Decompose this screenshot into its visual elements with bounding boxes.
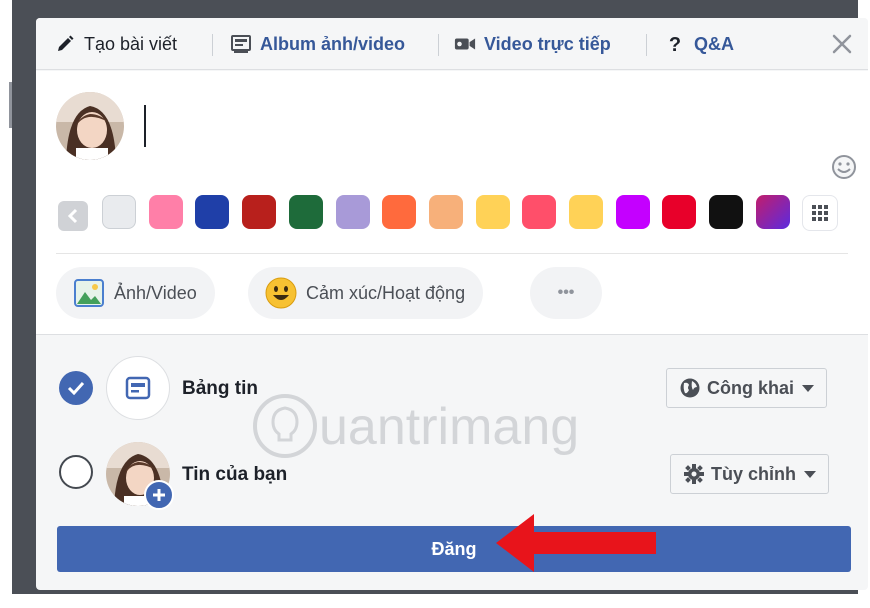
background-swatch[interactable] [102, 195, 136, 229]
bottom-edge [0, 594, 870, 608]
svg-text:?: ? [669, 34, 681, 55]
chevron-left-icon [67, 208, 78, 224]
feeling-activity-button[interactable]: Cảm xúc/Hoạt động [248, 267, 484, 319]
grid-icon [812, 205, 828, 221]
close-button[interactable] [828, 30, 856, 58]
feeling-activity-label: Cảm xúc/Hoạt động [306, 282, 466, 303]
background-swatch[interactable] [382, 195, 417, 229]
chevron-down-icon [804, 470, 816, 478]
tab-separator [646, 34, 647, 56]
news-feed-checkbox[interactable] [59, 371, 93, 405]
post-button-label: Đăng [431, 538, 477, 559]
photo-album-icon [230, 33, 252, 55]
photo-video-button[interactable]: Ảnh/Video [56, 267, 215, 319]
your-story-label: Tin của bạn [182, 464, 288, 485]
news-feed-icon-wrap [106, 356, 170, 420]
tab-qa-label: Q&A [694, 33, 734, 54]
tab-create-post[interactable]: Tạo bài viết [54, 18, 177, 70]
post-button[interactable]: Đăng [57, 526, 851, 572]
tab-separator [438, 34, 439, 56]
tab-live-video-label: Video trực tiếp [484, 33, 611, 54]
plus-icon [153, 489, 165, 501]
tab-live-video[interactable]: Video trực tiếp [454, 18, 611, 70]
composer-area: Ảnh/Video Cảm xúc/Hoạt động ••• [36, 71, 868, 335]
background-swatch[interactable] [242, 195, 277, 229]
background-swatch[interactable] [615, 195, 650, 229]
tab-separator [212, 34, 213, 56]
background-swatch[interactable] [288, 195, 323, 229]
backgrounds-back-button[interactable] [58, 201, 88, 231]
emoji-button[interactable] [830, 153, 858, 181]
checkmark-icon [67, 381, 85, 395]
privacy-public-label: Công khai [707, 377, 795, 398]
background-swatch[interactable] [335, 195, 370, 229]
more-options-button[interactable]: ••• [530, 267, 602, 319]
globe-icon [679, 377, 701, 399]
more-icon: ••• [557, 284, 575, 301]
background-swatch[interactable] [569, 195, 603, 229]
background-swatch[interactable] [709, 195, 744, 229]
add-story-badge[interactable] [144, 480, 174, 510]
create-post-dialog: Tạo bài viết Album ảnh/video Video trực … [36, 18, 868, 590]
left-edge-stripe [9, 82, 12, 128]
background-swatch[interactable] [428, 195, 463, 229]
composer-tabs: Tạo bài viết Album ảnh/video Video trực … [36, 18, 868, 70]
smiley-icon [832, 155, 856, 179]
background-swatch[interactable] [475, 195, 510, 229]
privacy-custom-select[interactable]: Tùy chỉnh [670, 454, 829, 494]
composer-text-input[interactable] [144, 105, 146, 147]
tab-create-post-label: Tạo bài viết [84, 33, 178, 54]
avatar [56, 92, 124, 160]
news-feed-icon [125, 376, 151, 400]
background-swatch[interactable] [755, 195, 790, 229]
more-backgrounds-button[interactable] [802, 195, 838, 231]
close-icon [832, 34, 852, 54]
destination-your-story: Tin của bạn Tùy chỉnh [36, 438, 868, 510]
composer-divider [56, 253, 848, 254]
privacy-public-select[interactable]: Công khai [666, 368, 828, 408]
your-story-checkbox[interactable] [59, 455, 93, 489]
photo-icon [72, 276, 106, 310]
privacy-custom-label: Tùy chỉnh [711, 463, 796, 484]
chevron-down-icon [802, 384, 815, 392]
background-swatch[interactable] [195, 195, 230, 229]
background-swatch[interactable] [148, 195, 183, 229]
news-feed-label: Bảng tin [182, 378, 258, 399]
tab-qa[interactable]: ? Q&A [664, 18, 734, 70]
question-mark-icon: ? [664, 33, 686, 55]
pencil-icon [54, 33, 76, 55]
tab-photo-album-label: Album ảnh/video [260, 33, 406, 54]
tab-photo-album[interactable]: Album ảnh/video [230, 18, 405, 70]
grinning-face-icon [264, 276, 298, 310]
gear-icon [683, 463, 705, 485]
video-camera-icon [454, 33, 476, 55]
photo-video-label: Ảnh/Video [114, 282, 197, 303]
destination-news-feed: Bảng tin Công khai [36, 354, 868, 424]
background-swatch[interactable] [662, 195, 697, 229]
background-swatch[interactable] [522, 195, 557, 229]
